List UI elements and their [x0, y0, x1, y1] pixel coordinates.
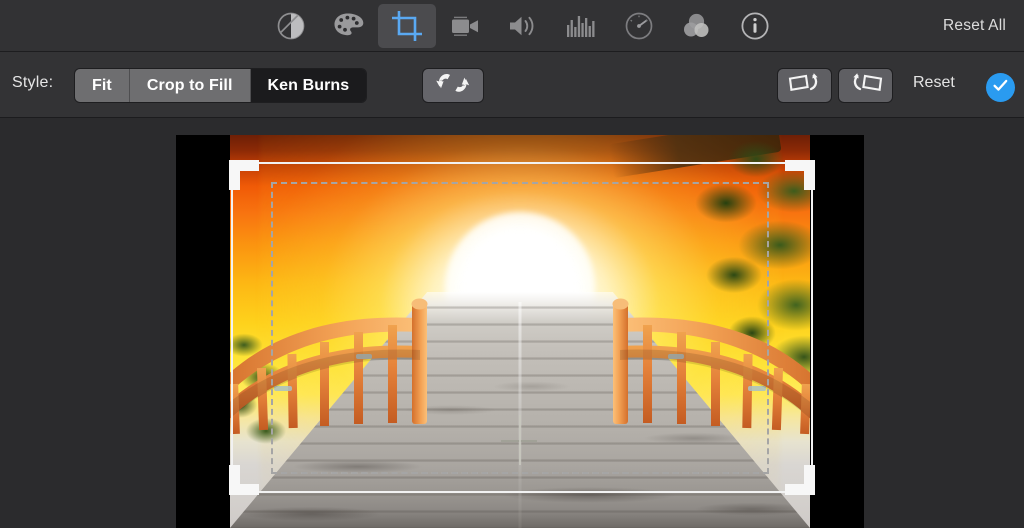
checkmark-icon	[991, 76, 1010, 100]
bridge-center-seam	[518, 302, 522, 528]
preview-image	[230, 135, 810, 528]
style-segmented-control: Fit Crop to Fill Ken Burns	[75, 69, 367, 102]
style-option-fit[interactable]: Fit	[75, 69, 130, 102]
color-correction-icon-button[interactable]	[320, 4, 378, 48]
bridge-railing-right	[592, 288, 810, 436]
swap-start-end-button[interactable]	[423, 69, 483, 102]
adjustment-icon-group	[262, 0, 784, 52]
info-icon	[740, 11, 770, 41]
rotate-clockwise-button[interactable]	[839, 69, 892, 102]
style-option-ken-burns[interactable]: Ken Burns	[250, 69, 367, 102]
rotate-counterclockwise-button[interactable]	[778, 69, 831, 102]
preview-viewer: End Start	[0, 118, 1024, 528]
rotate-ccw-icon	[788, 72, 822, 99]
adjustments-toolbar: Reset All	[0, 0, 1024, 52]
bridge-railing-left	[230, 288, 448, 436]
apply-crop-button[interactable]	[986, 73, 1015, 102]
noise-reduction-icon-button[interactable]	[552, 4, 610, 48]
reset-crop-button[interactable]: Reset	[913, 74, 955, 92]
style-option-crop-to-fill[interactable]: Crop to Fill	[129, 69, 251, 102]
editor-window: Reset All Style: Fit Crop to Fill Ken Bu…	[0, 0, 1024, 528]
style-label: Style:	[12, 74, 54, 91]
color-balance-icon	[276, 11, 306, 41]
palette-icon	[333, 12, 365, 40]
filters-icon-button[interactable]	[668, 4, 726, 48]
speedometer-icon	[624, 11, 654, 41]
video-stage[interactable]	[176, 135, 864, 528]
rotate-cw-icon	[849, 72, 883, 99]
stabilization-icon-button[interactable]	[436, 4, 494, 48]
swap-arrows-icon	[436, 72, 470, 99]
color-balance-icon-button[interactable]	[262, 4, 320, 48]
overlapping-circles-icon	[682, 12, 712, 40]
equalizer-icon	[566, 14, 596, 38]
speaker-icon	[507, 13, 539, 39]
volume-icon-button[interactable]	[494, 4, 552, 48]
crop-icon-button[interactable]	[378, 4, 436, 48]
reset-all-button[interactable]: Reset All	[943, 0, 1006, 52]
speed-icon-button[interactable]	[610, 4, 668, 48]
video-camera-icon	[448, 13, 482, 39]
info-icon-button[interactable]	[726, 4, 784, 48]
crop-icon	[392, 11, 422, 41]
